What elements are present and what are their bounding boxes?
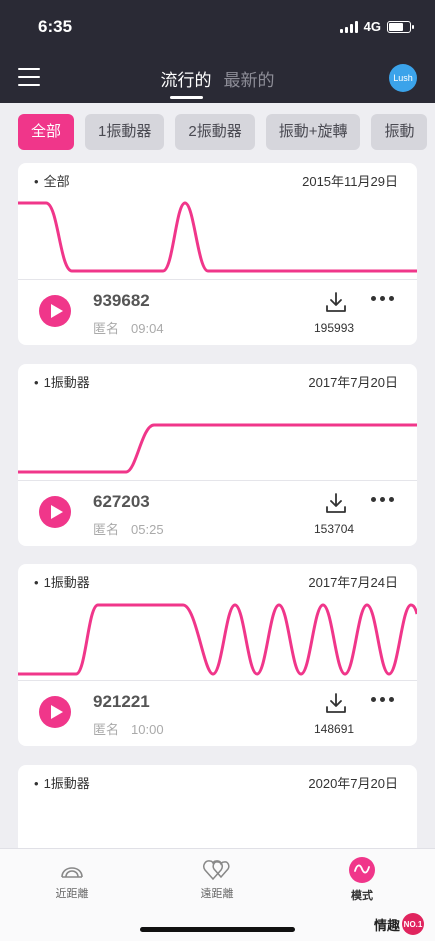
download-icon[interactable] (325, 692, 347, 714)
watermark-logo: 情趣 NO.1 (374, 913, 425, 935)
play-button[interactable] (39, 696, 71, 728)
play-icon (50, 304, 63, 318)
play-icon (50, 705, 63, 719)
more-options-icon[interactable] (371, 497, 394, 502)
nav-label: 模式 (351, 890, 373, 902)
card-category: 1振動器 (34, 773, 90, 792)
watermark-badge: NO.1 (402, 913, 425, 935)
pattern-card[interactable]: 全部 2015年11月29日 939682 匿名 09:04 195993 (18, 163, 417, 345)
nav-long-distance[interactable]: 遠距離 (172, 855, 262, 901)
card-date: 2020年7月20日 (308, 776, 398, 791)
nav-pattern[interactable]: 模式 (317, 855, 407, 903)
long-distance-hearts-icon (203, 860, 230, 881)
pattern-card[interactable]: 1振動器 2017年7月24日 921221 匿名 10:00 148691 (18, 564, 417, 746)
download-count: 153704 (314, 522, 355, 536)
card-category: 全部 (34, 171, 70, 190)
feed-tabs: 流行的 最新的 (0, 66, 435, 99)
signal-icon (339, 20, 358, 33)
pattern-wave-icon (349, 857, 375, 883)
top-bar: 6:35 4G 流行的 最新的 Lush (0, 0, 435, 103)
lush-device-avatar[interactable]: Lush (389, 64, 417, 92)
filter-chip-vibrate[interactable]: 振動 (371, 114, 428, 150)
pattern-duration: 05:25 (131, 522, 164, 537)
play-button[interactable] (39, 295, 71, 327)
pattern-duration: 09:04 (131, 321, 164, 336)
pattern-card[interactable]: 1振動器 2020年7月20日 (18, 765, 417, 855)
pattern-card[interactable]: 1振動器 2017年7月20日 627203 匿名 05:25 153704 (18, 364, 417, 546)
status-time: 6:35 (38, 17, 73, 36)
pattern-author: 匿名 (93, 722, 120, 737)
tab-newest[interactable]: 最新的 (224, 66, 275, 99)
pattern-waveform (18, 603, 417, 676)
status-indicators: 4G (339, 19, 414, 34)
pattern-waveform (18, 423, 417, 474)
card-category: 1振動器 (34, 372, 90, 391)
more-options-icon[interactable] (371, 296, 394, 301)
near-distance-icon (61, 867, 83, 878)
pattern-id: 939682 (93, 291, 150, 310)
tab-popular[interactable]: 流行的 (161, 66, 212, 99)
download-icon[interactable] (325, 492, 347, 514)
bottom-navigation: 近距離 遠距離 模式 情趣 NO.1 (0, 848, 435, 941)
play-icon (50, 505, 63, 519)
download-count: 195993 (314, 321, 355, 335)
play-button[interactable] (39, 496, 71, 528)
battery-icon (387, 20, 414, 33)
download-icon[interactable] (325, 291, 347, 313)
pattern-id: 921221 (93, 692, 150, 711)
filter-chip-vibrate-rotate[interactable]: 振動+旋轉 (265, 114, 361, 150)
watermark-text: 情趣 (374, 917, 401, 933)
pattern-id: 627203 (93, 492, 150, 511)
nav-label: 近距離 (55, 888, 89, 900)
pattern-author: 匿名 (93, 522, 120, 537)
card-date: 2015年11月29日 (302, 174, 398, 189)
more-options-icon[interactable] (371, 697, 394, 702)
network-type: 4G (363, 19, 381, 34)
download-count: 148691 (314, 722, 355, 736)
filter-chip-all[interactable]: 全部 (18, 114, 75, 150)
card-date: 2017年7月20日 (308, 375, 398, 390)
card-date: 2017年7月24日 (308, 575, 398, 590)
filter-chip-2-vibrators[interactable]: 2振動器 (175, 114, 255, 150)
nav-label: 遠距離 (200, 888, 234, 900)
nav-near-distance[interactable]: 近距離 (27, 855, 117, 901)
pattern-waveform (18, 201, 417, 273)
pattern-duration: 10:00 (131, 722, 164, 737)
pattern-author: 匿名 (93, 321, 120, 336)
filter-chip-1-vibrator[interactable]: 1振動器 (85, 114, 165, 150)
card-category: 1振動器 (34, 572, 90, 591)
home-indicator (140, 927, 295, 932)
filter-chips: 全部 1振動器 2振動器 振動+旋轉 振動 (18, 114, 428, 150)
